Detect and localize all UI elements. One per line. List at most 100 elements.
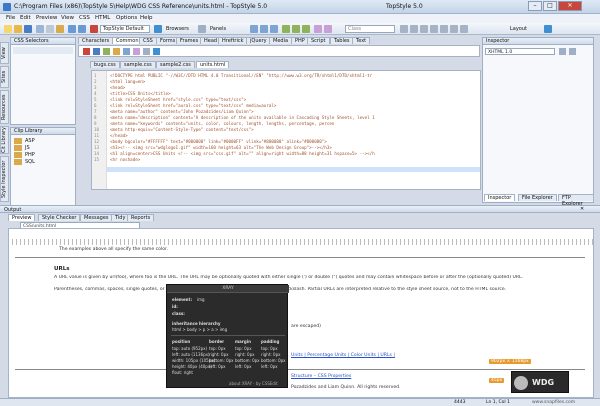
table-icon[interactable] [420,25,428,33]
clip-item-asp[interactable]: ASP [25,138,35,144]
tab-script[interactable]: Script [307,37,330,44]
tag-icon[interactable] [103,48,110,55]
tab-reports[interactable]: Reports [127,214,155,221]
bold-icon[interactable] [250,25,258,33]
div-icon[interactable] [440,25,448,33]
tab-text[interactable]: Text [352,37,371,44]
style-icon [90,25,98,33]
help-icon[interactable] [544,25,552,33]
undo-icon[interactable] [68,25,76,33]
clip-item-sql[interactable]: SQL [25,159,35,165]
image-icon[interactable] [410,25,418,33]
tag-icon[interactable] [113,48,120,55]
redo-icon[interactable] [78,25,86,33]
save-icon[interactable] [24,25,32,33]
folder-icon [14,152,22,158]
tag-icon[interactable] [93,48,100,55]
align-left-icon[interactable] [282,25,290,33]
css-selectors-header: CSS Selectors [11,38,75,45]
copy-icon[interactable] [46,25,54,33]
tab-frames[interactable]: Frames [176,37,203,44]
xray-footer[interactable]: about XRAY · by CSSEdit [229,381,278,386]
tab-characters[interactable]: Characters [78,37,114,44]
tab-ftp-explorer[interactable]: FTP Explorer [558,194,594,207]
status-count: 4443 [454,400,466,405]
doctype-select[interactable]: XHTML 1.0 [485,48,555,55]
divider [15,369,585,370]
tag-icon[interactable] [123,48,130,55]
vtab-style-inspector[interactable]: Style Inspector [0,156,9,202]
class-input[interactable]: Class [345,25,395,33]
indent-icon[interactable] [324,25,332,33]
menu-html[interactable]: HTML [95,15,110,21]
browsers-button[interactable]: Browsers [164,25,191,33]
align-center-icon[interactable] [292,25,300,33]
line-number: 3 [94,85,97,90]
minimize-button[interactable]: – [528,1,542,11]
refresh-icon[interactable] [569,48,576,55]
style-select[interactable]: TopStyle Default [100,25,150,33]
menu-file[interactable]: File [6,15,15,21]
xray-col-padding: padding [261,339,280,344]
selectors-toolbar [13,47,73,54]
xray-cell: bottom: 0px [209,358,234,363]
span-icon[interactable] [450,25,458,33]
align-right-icon[interactable] [302,25,310,33]
tag-icon[interactable] [153,48,160,55]
tab-style-checker[interactable]: Style Checker [38,214,81,221]
tag-icon[interactable] [83,48,90,55]
form-icon[interactable] [430,25,438,33]
clip-item-php[interactable]: PHP [25,152,35,158]
tag-icon[interactable] [143,48,150,55]
preview-structure-row[interactable]: Structure – CSS Properties [291,374,351,379]
tab-inspector[interactable]: Inspector [484,194,516,201]
tab-hreftrick[interactable]: Hreftrick [218,37,248,44]
settings-icon[interactable] [559,48,566,55]
code-editor[interactable]: 1 2 3 4 5 6 7 8 9 10 11 12 13 14 15 <!DO… [91,70,481,190]
comment-icon[interactable] [460,25,468,33]
close-button[interactable]: ✕ [558,1,582,11]
panels-icon [198,25,206,33]
open-folder-icon[interactable] [14,25,22,33]
tag-icon[interactable] [133,48,140,55]
panels-button[interactable]: Panels [208,25,228,33]
preview-link-row[interactable]: Units | Percentage Units | Color Units |… [291,353,395,358]
underline-icon[interactable] [270,25,278,33]
vtab-view[interactable]: View [0,42,9,64]
tab-preview[interactable]: Preview [8,214,36,221]
layout-button[interactable]: Layout [508,25,529,33]
file-tab-sample2[interactable]: sample2.css [156,61,195,68]
tab-file-explorer[interactable]: File Explorer [518,194,557,201]
menu-preview[interactable]: Preview [36,15,57,21]
vtab-cit-library[interactable]: Cit Library [0,126,9,154]
vtab-resources[interactable]: Resources [0,90,9,124]
output-close-icon[interactable]: ✕ [580,206,584,212]
file-tab-sample[interactable]: sample.css [120,61,156,68]
tab-css[interactable]: CSS [139,37,157,44]
vtab-sites[interactable]: Sites [0,66,9,88]
clip-item-js[interactable]: JS [25,145,30,151]
tab-tables[interactable]: Tables [330,37,354,44]
tab-messages[interactable]: Messages [80,214,113,221]
menu-options[interactable]: Options [116,15,137,21]
menu-help[interactable]: Help [140,15,153,21]
tab-common[interactable]: Common [112,37,143,44]
file-tab-units[interactable]: units.html [196,61,230,68]
menu-view[interactable]: View [61,15,74,21]
maximize-button[interactable]: □ [543,1,557,11]
list-icon[interactable] [314,25,322,33]
link-icon[interactable] [400,25,408,33]
menu-edit[interactable]: Edit [20,15,31,21]
tab-media[interactable]: Media [269,37,293,44]
preview-pane[interactable]: The examples above all specify the same … [8,228,594,398]
paste-icon[interactable] [56,25,64,33]
cut-icon[interactable] [36,25,44,33]
folder-icon [14,138,22,144]
file-tab-bugs[interactable]: bugs.css [90,61,120,68]
xray-overlay[interactable]: XRAY element: img id: class: inheritance… [166,284,289,388]
menu-css[interactable]: CSS [79,15,90,21]
new-file-icon[interactable] [4,25,12,33]
tab-jquery[interactable]: jQuery [246,37,271,44]
xray-cell: height: 40px (40px) [172,364,212,369]
italic-icon[interactable] [260,25,268,33]
